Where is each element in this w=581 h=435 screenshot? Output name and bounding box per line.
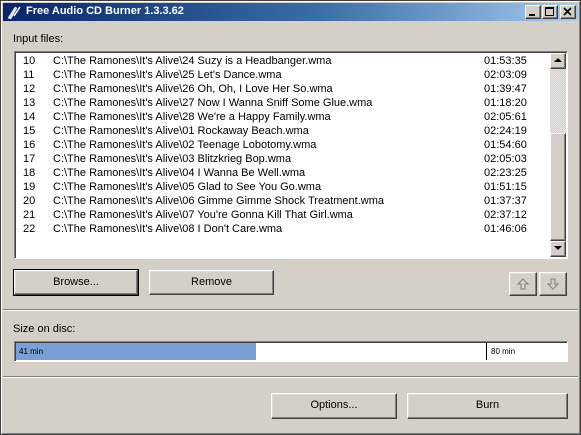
file-path: C:\The Ramones\It's Alive\08 I Don't Car… xyxy=(53,223,283,235)
track-number: 15 xyxy=(23,125,36,137)
app-window: Free Audio CD Burner 1.3.3.62 Input file… xyxy=(0,0,581,435)
file-path: C:\The Ramones\It's Alive\27 Now I Wanna… xyxy=(53,97,373,109)
track-number: 14 xyxy=(23,111,36,123)
burn-button[interactable]: Burn xyxy=(407,393,568,419)
arrow-down-icon xyxy=(547,278,559,290)
scroll-down-button[interactable] xyxy=(550,241,566,257)
title-bar[interactable]: Free Audio CD Burner 1.3.3.62 xyxy=(3,3,578,21)
track-duration: 01:39:47 xyxy=(484,83,527,95)
list-item[interactable]: 10 C:\The Ramones\It's Alive\24 Suzy is a… xyxy=(17,54,547,68)
file-path: C:\The Ramones\It's Alive\02 Teenage Lob… xyxy=(53,139,317,151)
list-item[interactable]: 20 C:\The Ramones\It's Alive\06 Gimme Gim… xyxy=(17,194,547,208)
remove-button-label: Remove xyxy=(191,276,232,288)
track-duration: 01:53:35 xyxy=(484,55,527,67)
track-duration: 01:54:60 xyxy=(484,139,527,151)
arrow-up-icon xyxy=(517,278,529,290)
size-used-label: 41 min xyxy=(19,347,44,356)
scroll-up-button[interactable] xyxy=(550,53,566,69)
track-number: 12 xyxy=(23,83,36,95)
vertical-scrollbar[interactable] xyxy=(550,53,566,257)
track-duration: 02:23:25 xyxy=(484,167,527,179)
file-path: C:\The Ramones\It's Alive\26 Oh, Oh, I L… xyxy=(53,83,333,95)
minimize-icon xyxy=(529,14,535,16)
list-item[interactable]: 12 C:\The Ramones\It's Alive\26 Oh, Oh, I… xyxy=(17,82,547,96)
options-button[interactable]: Options... xyxy=(271,393,397,419)
track-number: 10 xyxy=(23,55,36,67)
capacity-marker xyxy=(486,343,487,360)
divider xyxy=(3,309,578,311)
track-duration: 02:03:09 xyxy=(484,69,527,81)
window-title: Free Audio CD Burner 1.3.3.62 xyxy=(26,5,184,17)
input-files-label: Input files: xyxy=(13,33,64,45)
chevron-down-icon xyxy=(554,246,562,250)
file-path: C:\The Ramones\It's Alive\04 I Wanna Be … xyxy=(53,167,306,179)
file-path: C:\The Ramones\It's Alive\28 We're a Hap… xyxy=(53,111,331,123)
list-item[interactable]: 22 C:\The Ramones\It's Alive\08 I Don't C… xyxy=(17,222,547,236)
close-icon xyxy=(563,7,572,16)
list-item[interactable]: 11 C:\The Ramones\It's Alive\25 Let's Dan… xyxy=(17,68,547,82)
maximize-icon xyxy=(545,7,554,16)
track-number: 18 xyxy=(23,167,36,179)
file-path: C:\The Ramones\It's Alive\24 Suzy is a H… xyxy=(53,55,332,67)
capacity-label: 80 min xyxy=(491,347,516,356)
track-number: 13 xyxy=(23,97,36,109)
track-number: 22 xyxy=(23,223,36,235)
track-duration: 01:37:37 xyxy=(484,195,527,207)
chevron-up-icon xyxy=(554,58,562,62)
minimize-button[interactable] xyxy=(525,5,541,19)
browse-button[interactable]: Browse... xyxy=(13,269,139,296)
track-duration: 02:24:19 xyxy=(484,125,527,137)
track-duration: 01:51:15 xyxy=(484,181,527,193)
track-duration: 02:05:61 xyxy=(484,111,527,123)
divider xyxy=(3,376,578,378)
track-number: 20 xyxy=(23,195,36,207)
list-item[interactable]: 17 C:\The Ramones\It's Alive\03 Blitzkrie… xyxy=(17,152,547,166)
file-path: C:\The Ramones\It's Alive\25 Let's Dance… xyxy=(53,69,282,81)
file-path: C:\The Ramones\It's Alive\01 Rockaway Be… xyxy=(53,125,309,137)
list-item[interactable]: 21 C:\The Ramones\It's Alive\07 You're Go… xyxy=(17,208,547,222)
size-on-disc-bar: 41 min 80 min xyxy=(14,341,568,362)
list-item[interactable]: 14 C:\The Ramones\It's Alive\28 We're a H… xyxy=(17,110,547,124)
list-item[interactable]: 15 C:\The Ramones\It's Alive\01 Rockaway … xyxy=(17,124,547,138)
track-duration: 01:46:06 xyxy=(484,223,527,235)
browse-button-label: Browse... xyxy=(53,276,99,288)
track-duration: 02:05:03 xyxy=(484,153,527,165)
track-number: 16 xyxy=(23,139,36,151)
burn-button-label: Burn xyxy=(475,399,500,411)
track-number: 19 xyxy=(23,181,36,193)
maximize-button[interactable] xyxy=(542,5,558,19)
list-item[interactable]: 19 C:\The Ramones\It's Alive\05 Glad to S… xyxy=(17,180,547,194)
file-path: C:\The Ramones\It's Alive\07 You're Gonn… xyxy=(53,209,353,221)
track-number: 11 xyxy=(23,69,35,81)
close-button[interactable] xyxy=(560,5,576,19)
file-path: C:\The Ramones\It's Alive\03 Blitzkrieg … xyxy=(53,153,292,165)
list-item[interactable]: 16 C:\The Ramones\It's Alive\02 Teenage L… xyxy=(17,138,547,152)
file-rows: 10 C:\The Ramones\It's Alive\24 Suzy is a… xyxy=(17,54,547,236)
track-duration: 01:18:20 xyxy=(484,97,527,109)
size-used-fill xyxy=(16,343,256,360)
options-button-label: Options... xyxy=(310,399,358,411)
list-item[interactable]: 18 C:\The Ramones\It's Alive\04 I Wanna B… xyxy=(17,166,547,180)
input-files-list[interactable]: 10 C:\The Ramones\It's Alive\24 Suzy is a… xyxy=(14,51,568,259)
file-path: C:\The Ramones\It's Alive\06 Gimme Gimme… xyxy=(53,195,384,207)
app-icon xyxy=(7,6,21,20)
track-number: 21 xyxy=(23,209,36,221)
size-on-disc-label: Size on disc: xyxy=(13,323,76,335)
list-item[interactable]: 13 C:\The Ramones\It's Alive\27 Now I Wan… xyxy=(17,96,547,110)
file-path: C:\The Ramones\It's Alive\05 Glad to See… xyxy=(53,181,322,193)
track-number: 17 xyxy=(23,153,36,165)
track-duration: 02:37:12 xyxy=(484,209,527,221)
move-down-button[interactable] xyxy=(539,272,567,296)
scroll-thumb[interactable] xyxy=(550,133,566,241)
move-up-button[interactable] xyxy=(509,272,537,296)
remove-button[interactable]: Remove xyxy=(149,270,274,295)
